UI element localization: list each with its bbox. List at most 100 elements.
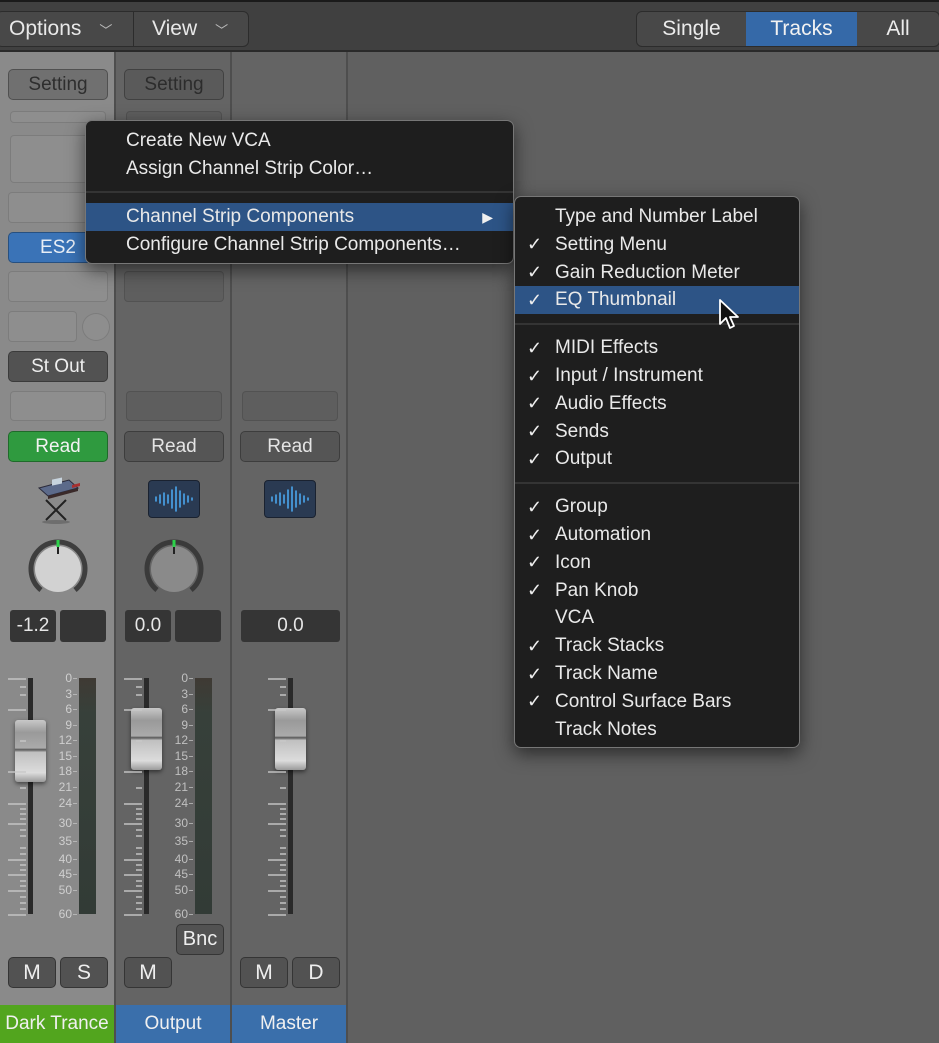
mute-button[interactable]: M — [124, 957, 172, 988]
menu-separator — [515, 482, 799, 485]
output-slot[interactable]: St Out — [8, 351, 108, 382]
menu-item-create-new-vca[interactable]: Create New VCA — [86, 127, 513, 155]
volume-fader-handle[interactable] — [275, 708, 306, 770]
track-name-bar[interactable]: Dark Trance — [0, 1005, 114, 1043]
track-name-bar[interactable]: Output — [116, 1005, 230, 1043]
view-menu-button[interactable]: View ﹀ — [133, 12, 248, 46]
submenu-item-output[interactable]: ✓ Output — [515, 445, 799, 473]
fader-scale-tick — [280, 869, 286, 872]
mute-button[interactable]: M — [240, 957, 288, 988]
view-mode-single[interactable]: Single — [637, 12, 746, 46]
fader-scale-tick — [136, 846, 142, 849]
menu-item-assign-channel-strip-color[interactable]: Assign Channel Strip Color… — [86, 155, 513, 183]
dim-button[interactable]: D — [292, 957, 340, 988]
automation-mode-button[interactable]: Read — [124, 431, 224, 462]
submenu-item-track-notes[interactable]: Track Notes — [515, 716, 799, 744]
audio-fx-slot[interactable] — [124, 271, 224, 302]
submenu-item-audio-effects[interactable]: ✓ Audio Effects — [515, 390, 799, 418]
group-slot[interactable] — [242, 391, 338, 421]
solo-button[interactable]: S — [60, 957, 108, 988]
submenu-item-track-stacks[interactable]: ✓ Track Stacks — [515, 632, 799, 660]
meter-scale-label: 12 — [174, 733, 188, 748]
group-slot[interactable] — [126, 391, 222, 421]
fader-scale-tick — [280, 829, 286, 832]
mute-label: M — [23, 960, 41, 984]
volume-fader-track[interactable] — [28, 678, 33, 914]
setting-button[interactable]: Setting — [8, 69, 108, 100]
fader-scale-tick — [136, 818, 142, 821]
output-label: St Out — [31, 355, 85, 377]
meter-scale-tick — [73, 693, 77, 695]
peak-readout[interactable] — [175, 610, 221, 642]
send-slot[interactable] — [8, 311, 77, 342]
waveform-icon[interactable] — [148, 480, 200, 518]
chevron-down-icon: ﹀ — [215, 22, 229, 38]
peak-readout[interactable] — [60, 610, 106, 642]
synth-keyboard-icon[interactable] — [33, 474, 83, 524]
submenu-item-control-surface-bars[interactable]: ✓ Control Surface Bars — [515, 688, 799, 716]
menu-item-channel-strip-components[interactable]: Channel Strip Components ▶ — [86, 203, 513, 231]
submenu-item-midi-effects[interactable]: ✓ MIDI Effects — [515, 334, 799, 362]
fader-scale-tick — [280, 885, 286, 888]
submenu-item-track-name[interactable]: ✓ Track Name — [515, 660, 799, 688]
submenu-item-pan-knob[interactable]: ✓ Pan Knob — [515, 577, 799, 605]
submenu-item-input-instrument[interactable]: ✓ Input / Instrument — [515, 362, 799, 390]
track-name-bar[interactable]: Master — [232, 1005, 346, 1043]
automation-mode-button[interactable]: Read — [8, 431, 108, 462]
submenu-item-gain-reduction-meter[interactable]: ✓ Gain Reduction Meter — [515, 259, 799, 287]
submenu-item-setting-menu[interactable]: ✓ Setting Menu — [515, 231, 799, 259]
audio-fx-slot[interactable] — [8, 271, 108, 302]
submenu-item-sends[interactable]: ✓ Sends — [515, 418, 799, 446]
submenu-item-label: Automation — [555, 524, 652, 545]
submenu-item-label: Type and Number Label — [555, 206, 758, 227]
meter-scale-tick — [73, 823, 77, 825]
fader-scale-tick — [268, 678, 286, 680]
submenu-item-type-and-number-label[interactable]: Type and Number Label — [515, 203, 799, 231]
submenu-item-icon[interactable]: ✓ Icon — [515, 549, 799, 577]
submenu-item-automation[interactable]: ✓ Automation — [515, 521, 799, 549]
volume-readout[interactable]: -1.2 — [10, 610, 56, 642]
submenu-item-label: Audio Effects — [555, 392, 667, 414]
fader-scale-tick — [280, 902, 286, 905]
fader-scale-tick — [20, 879, 26, 882]
options-menu-button[interactable]: Options ﹀ — [0, 12, 133, 46]
fader-scale-tick — [124, 914, 142, 916]
meter-scale-tick — [189, 823, 193, 825]
setting-button[interactable]: Setting — [124, 69, 224, 100]
submenu-item-eq-thumbnail[interactable]: ✓ EQ Thumbnail — [515, 286, 799, 315]
volume-readout[interactable]: 0.0 — [125, 610, 171, 642]
view-mode-all[interactable]: All — [857, 12, 939, 46]
submenu-item-group[interactable]: ✓ Group — [515, 493, 799, 521]
send-level-knob[interactable] — [82, 313, 110, 341]
menu-item-label: Assign Channel Strip Color… — [126, 158, 374, 179]
waveform-icon[interactable] — [264, 480, 316, 518]
volume-value: 0.0 — [277, 615, 304, 636]
meter-scale-tick — [73, 890, 77, 892]
meter-scale-label: 21 — [58, 780, 72, 795]
automation-mode-button[interactable]: Read — [240, 431, 340, 462]
bounce-button[interactable]: Bnc — [176, 924, 224, 955]
menu-item-configure-channel-strip-components[interactable]: Configure Channel Strip Components… — [86, 231, 513, 259]
view-mode-label: All — [886, 17, 910, 40]
group-slot[interactable] — [10, 391, 106, 421]
meter-scale-label: 30 — [174, 816, 188, 831]
menu-item-label: Create New VCA — [126, 130, 271, 151]
meter-scale-label: 15 — [174, 748, 188, 763]
fader-scale-tick — [124, 678, 142, 680]
meter-scale-tick — [73, 874, 77, 876]
view-mode-tracks[interactable]: Tracks — [746, 12, 857, 46]
context-menu: Create New VCA Assign Channel Strip Colo… — [85, 120, 514, 264]
meter-scale-label: 45 — [58, 867, 72, 882]
volume-fader-handle[interactable] — [131, 708, 162, 770]
mute-button[interactable]: M — [8, 957, 56, 988]
fader-scale-tick — [20, 885, 26, 888]
pan-knob[interactable] — [27, 538, 89, 600]
fader-scale-tick — [136, 864, 142, 867]
submenu-arrow-icon: ▶ — [482, 208, 493, 225]
submenu-item-vca[interactable]: VCA — [515, 604, 799, 632]
fader-scale-tick — [8, 771, 26, 774]
pan-knob[interactable] — [143, 538, 205, 600]
fader-scale-tick — [20, 829, 26, 832]
volume-readout[interactable]: 0.0 — [241, 610, 340, 642]
checkmark-icon: ✓ — [527, 448, 543, 469]
